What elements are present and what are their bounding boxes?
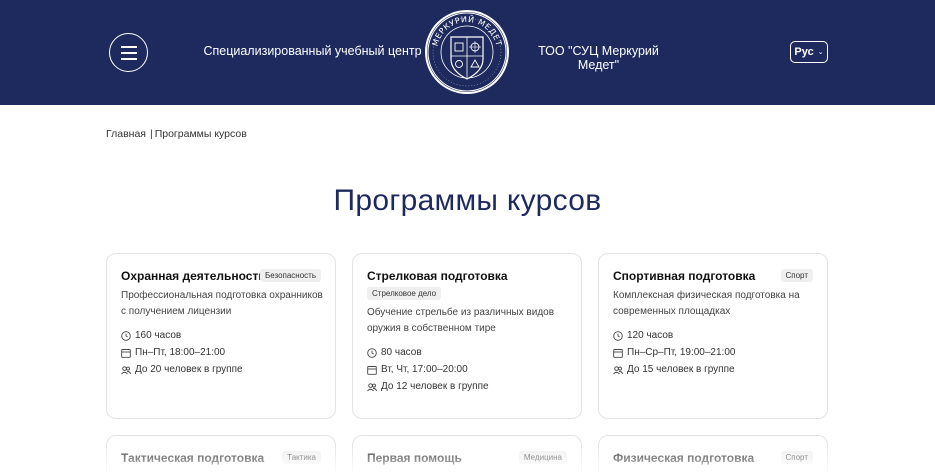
course-card[interactable]: Спортивная подготовка Спорт Комплексная … [598, 253, 828, 419]
course-card[interactable]: Физическая подготовка Спорт [598, 435, 828, 472]
category-badge: Медицина [518, 451, 567, 464]
course-description: Комплексная физическая подготовка на сов… [613, 290, 800, 317]
page-title: Программы курсов [333, 184, 602, 217]
calendar-icon [613, 348, 623, 358]
breadcrumb-current: Программы курсов [154, 128, 247, 140]
hamburger-icon-line [121, 58, 137, 60]
course-hours: 80 часов [367, 347, 422, 358]
course-card[interactable]: Охранная деятельность Безопасность Профе… [106, 253, 336, 419]
breadcrumb-separator: | [149, 128, 153, 140]
course-title: Первая помощь [367, 451, 462, 465]
hours-text: 120 часов [627, 330, 674, 341]
course-description: Профессиональная подготовка охранников с… [121, 290, 323, 317]
course-schedule: Вт, Чт, 17:00–20:00 [367, 364, 468, 375]
course-title: Тактическая подготовка [121, 451, 265, 465]
breadcrumb-home-link[interactable]: Главная [106, 128, 146, 140]
group-text: До 15 человек в группе [627, 364, 735, 375]
course-card[interactable]: Стрелковая подготовка Стрелковое дело Об… [352, 253, 582, 419]
site-header: Специализированный учебный центр МЕРКУРИ… [0, 0, 935, 105]
group-text: До 12 человек в группе [381, 381, 489, 392]
course-hours: 120 часов [613, 330, 673, 341]
course-description: Обучение стрельбе из различных видов ору… [367, 307, 555, 334]
category-badge: Безопасность [259, 269, 321, 282]
calendar-icon [121, 348, 131, 358]
clock-icon [613, 330, 623, 341]
course-group-size: До 15 человек в группе [613, 364, 735, 375]
course-card[interactable]: Первая помощь Медицина [352, 435, 582, 472]
course-title: Спортивная подготовка [613, 269, 756, 283]
course-schedule: Пн–Ср–Пт, 19:00–21:00 [613, 347, 735, 358]
course-card[interactable]: Тактическая подготовка Тактика [106, 435, 336, 472]
chevron-down-icon: ⌄ [817, 49, 824, 56]
language-label: Рус [794, 46, 814, 58]
schedule-text: Пн–Пт, 18:00–21:00 [135, 347, 226, 358]
logo-emblem[interactable]: МЕРКУРИЙ МЕДЕТ [424, 9, 510, 95]
hamburger-icon-line [121, 46, 137, 48]
group-text: До 20 человек в группе [135, 364, 243, 375]
clock-icon [121, 330, 131, 341]
course-group-size: До 20 человек в группе [121, 364, 243, 375]
category-badge: Спорт [780, 269, 813, 282]
schedule-text: Вт, Чт, 17:00–20:00 [381, 364, 468, 375]
hamburger-icon-line [121, 52, 137, 54]
course-title: Физическая подготовка [613, 451, 755, 465]
calendar-icon [367, 365, 377, 375]
company-name: ТОО "СУЦ Меркурий Медет" [538, 44, 659, 72]
course-title: Охранная деятельность [121, 269, 266, 283]
users-icon [121, 365, 131, 374]
category-badge: Спорт [780, 451, 813, 464]
course-title: Стрелковая подготовка [367, 269, 508, 283]
schedule-text: Пн–Ср–Пт, 19:00–21:00 [627, 347, 736, 358]
menu-button[interactable] [109, 33, 148, 72]
hours-text: 80 часов [381, 347, 422, 358]
course-hours: 160 часов [121, 330, 181, 341]
course-group-size: До 12 человек в группе [367, 381, 489, 392]
users-icon [367, 382, 377, 391]
users-icon [613, 365, 623, 374]
category-badge: Тактика [282, 451, 321, 464]
breadcrumb: Главная | Программы курсов [106, 128, 247, 140]
category-badge: Стрелковое дело [367, 287, 442, 300]
clock-icon [367, 347, 377, 358]
course-schedule: Пн–Пт, 18:00–21:00 [121, 347, 225, 358]
hours-text: 160 часов [135, 330, 182, 341]
language-selector[interactable]: Рус ⌄ [790, 41, 828, 63]
header-center-title: Специализированный учебный центр [203, 44, 422, 58]
